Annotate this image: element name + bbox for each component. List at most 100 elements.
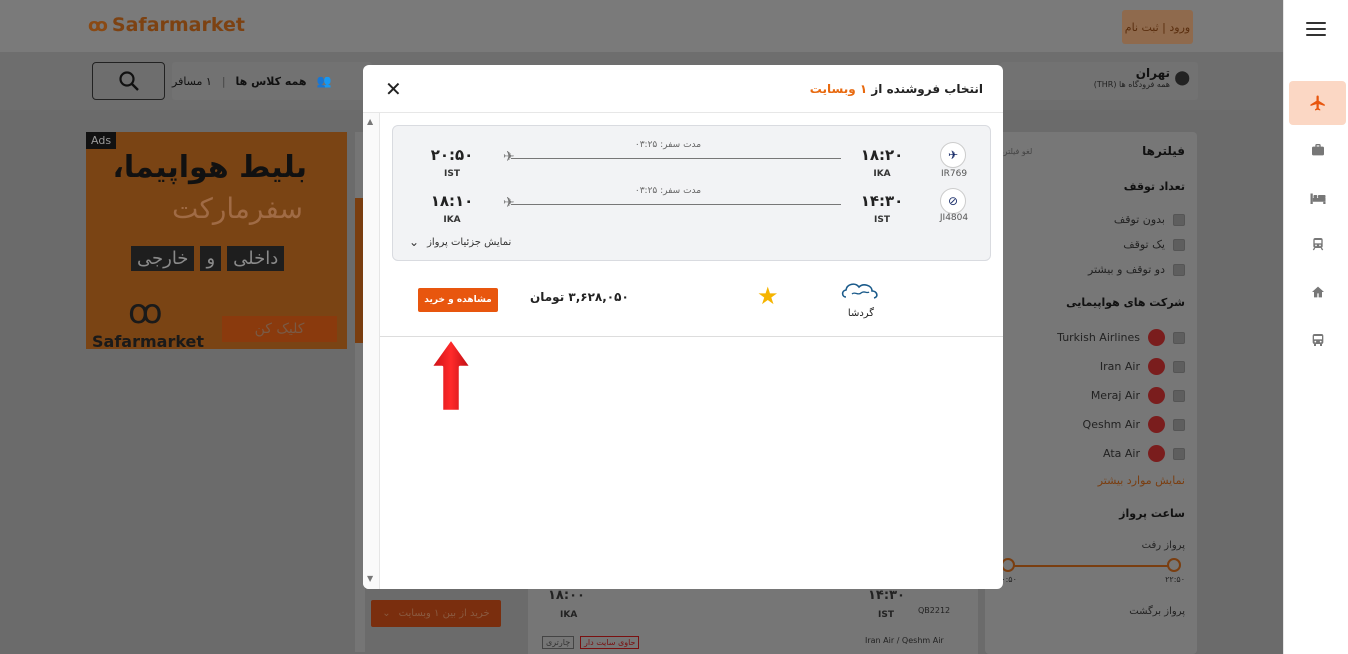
card-flight-code: QB2212 xyxy=(918,606,951,615)
close-icon[interactable]: ✕ xyxy=(385,79,402,99)
airline-label: Ata Air xyxy=(1103,447,1140,460)
filters-title: فیلترها xyxy=(1142,144,1185,158)
airline-option[interactable]: Iran Air xyxy=(997,352,1185,381)
flight-code: IR769 xyxy=(940,169,968,179)
red-arrow-icon xyxy=(429,337,473,413)
buy-from-button[interactable]: خرید از بین ۱ وبسایت ⌄ xyxy=(371,600,501,627)
modal-title: انتخاب فروشنده از ۱ وبسایت xyxy=(810,82,983,96)
scroll-up-icon[interactable]: ▲ xyxy=(367,117,373,126)
stop-option[interactable]: بدون توقف xyxy=(997,207,1185,232)
side-nav xyxy=(1283,0,1348,654)
plane-icon: ✈ xyxy=(503,195,515,211)
route-line xyxy=(511,204,841,205)
airline-label: Iran Air xyxy=(1099,360,1140,373)
airline-label: Meraj Air xyxy=(1090,389,1140,402)
origin-city: تهران xyxy=(1135,66,1170,80)
card-dep-ap: IST xyxy=(878,610,894,620)
show-details-toggle[interactable]: ⌄ نمایش جزئیات پرواز xyxy=(409,235,511,249)
airline-option[interactable]: Turkish Airlines xyxy=(997,323,1185,352)
flight-leg-outbound: ✈ IR769 ۱۸:۲۰ IKA مدت سفر: ۰۳:۲۵ ✈ ۲۰:۵۰… xyxy=(393,138,992,184)
vendor-offer-row: مشاهده و خرید ۳,۶۲۸,۰۵۰ تومان ★ گردشا xyxy=(380,273,1003,337)
stop-label: دو توقف و بیشتر xyxy=(1088,263,1165,276)
stop-option[interactable]: دو توقف و بیشتر xyxy=(997,257,1185,282)
arr-time: ۲۰:۵۰ xyxy=(430,146,474,164)
slider-track xyxy=(1007,565,1175,567)
ads-badge: Ads xyxy=(86,132,117,149)
nav-hotels[interactable] xyxy=(1289,176,1346,220)
arr-airport: IST xyxy=(444,169,460,179)
nav-buses[interactable] xyxy=(1289,318,1346,362)
offer-price: ۳,۶۲۸,۰۵۰ تومان xyxy=(530,290,629,304)
return-label: پرواز برگشت xyxy=(1129,606,1185,617)
duration: مدت سفر: ۰۳:۲۵ xyxy=(634,140,702,150)
airline-option[interactable]: Meraj Air xyxy=(997,381,1185,410)
passengers-label: ۱ مسافر xyxy=(172,74,212,88)
ad-word: داخلی xyxy=(227,246,285,271)
checkbox[interactable] xyxy=(1173,238,1185,251)
dep-time: ۱۸:۲۰ xyxy=(860,146,904,164)
time-title: ساعت پرواز xyxy=(1119,507,1185,520)
airline-logo-icon xyxy=(1148,387,1165,404)
ad-banner[interactable]: Ads بلیط هواپیما، سفرمارکت خارجی و داخلی… xyxy=(86,132,347,349)
nav-flights[interactable] xyxy=(1289,81,1346,125)
train-icon xyxy=(1312,238,1323,251)
route-line xyxy=(511,158,841,159)
class-label: همه کلاس ها xyxy=(235,74,307,88)
bus-icon xyxy=(1312,334,1323,346)
nav-villas[interactable] xyxy=(1289,270,1346,314)
chevron-down-icon: ⌄ xyxy=(409,235,420,249)
scrollbar[interactable]: ▲ ▼ xyxy=(363,113,380,589)
briefcase-icon xyxy=(1311,144,1324,156)
login-button[interactable]: ورود | ثبت نام xyxy=(1122,10,1193,44)
ad-cta: کلیک کن xyxy=(222,316,337,342)
checkbox[interactable] xyxy=(1173,331,1185,344)
checkbox[interactable] xyxy=(1173,360,1185,373)
origin-field[interactable]: تهران همه فرودگاه ها (THR) ⬤ xyxy=(1000,62,1198,100)
menu-icon[interactable] xyxy=(1306,22,1326,40)
checkbox[interactable] xyxy=(1173,389,1185,402)
ad-words: خارجی و داخلی xyxy=(131,246,285,271)
airline-option[interactable]: Qeshm Air xyxy=(997,410,1185,439)
scroll-down-icon[interactable]: ▼ xyxy=(367,574,373,583)
airlines-title: شرکت های هواپیمایی xyxy=(1066,296,1185,309)
checkbox[interactable] xyxy=(1173,213,1185,226)
bed-icon xyxy=(1310,193,1325,204)
tag-charter: چارتری xyxy=(542,636,575,649)
passenger-class-selector[interactable]: 👥 همه کلاس ها | ۱ مسافر xyxy=(172,62,372,100)
stops-title: تعداد توقف xyxy=(1123,180,1185,193)
nav-tours[interactable] xyxy=(1289,128,1346,172)
card-dep-time: ۱۴:۳۰ xyxy=(868,588,905,603)
show-more-link[interactable]: نمایش موارد بیشتر xyxy=(997,474,1185,487)
flight-leg-return: ⊘ JI4804 ۱۴:۳۰ IST مدت سفر: ۰۳:۲۵ ✈ ۱۸:۱… xyxy=(393,184,992,230)
nav-trains[interactable] xyxy=(1289,222,1346,266)
search-button[interactable] xyxy=(92,62,165,100)
stop-option[interactable]: یک توقف xyxy=(997,232,1185,257)
ad-word: خارجی xyxy=(131,246,195,271)
logo-mark-icon: ꝏ xyxy=(88,14,108,36)
chevron-down-icon: ⌄ xyxy=(382,608,391,619)
checkbox[interactable] xyxy=(1173,447,1185,460)
slider-handle-min[interactable] xyxy=(1167,558,1181,572)
arr-time: ۱۸:۱۰ xyxy=(430,192,474,210)
vendor-name: گردشا xyxy=(847,308,875,319)
airline-option[interactable]: Ata Air xyxy=(997,439,1185,468)
airline-label: Qeshm Air xyxy=(1082,418,1140,431)
site-logo[interactable]: ꝏ Safarmarket xyxy=(88,14,245,36)
ad-logo-icon: ꝏ xyxy=(128,292,163,332)
iran-air-logo-icon: ✈ xyxy=(940,142,966,168)
departure-slider[interactable] xyxy=(997,557,1185,585)
search-icon xyxy=(118,71,139,91)
slider-handle-max[interactable] xyxy=(1001,558,1015,572)
flight-summary: ✈ IR769 ۱۸:۲۰ IKA مدت سفر: ۰۳:۲۵ ✈ ۲۰:۵۰… xyxy=(392,125,991,261)
modal-header: انتخاب فروشنده از ۱ وبسایت ✕ xyxy=(363,65,1003,113)
dep-airport: IKA xyxy=(873,169,891,179)
view-and-buy-button[interactable]: مشاهده و خرید xyxy=(418,288,498,312)
person-icon: 👥 xyxy=(316,74,332,88)
ad-word: و xyxy=(200,246,222,271)
result-card: ۱۸:۰۰ IKA ۱۴:۳۰ IST QB2212 Iran Air / Qe… xyxy=(528,588,978,654)
checkbox[interactable] xyxy=(1173,263,1185,276)
checkbox[interactable] xyxy=(1173,418,1185,431)
vendor-modal: انتخاب فروشنده از ۱ وبسایت ✕ ▲ ▼ ✈ IR769… xyxy=(363,65,1003,589)
dep-airport: IST xyxy=(874,215,890,225)
cloud-logo-icon xyxy=(841,283,878,299)
